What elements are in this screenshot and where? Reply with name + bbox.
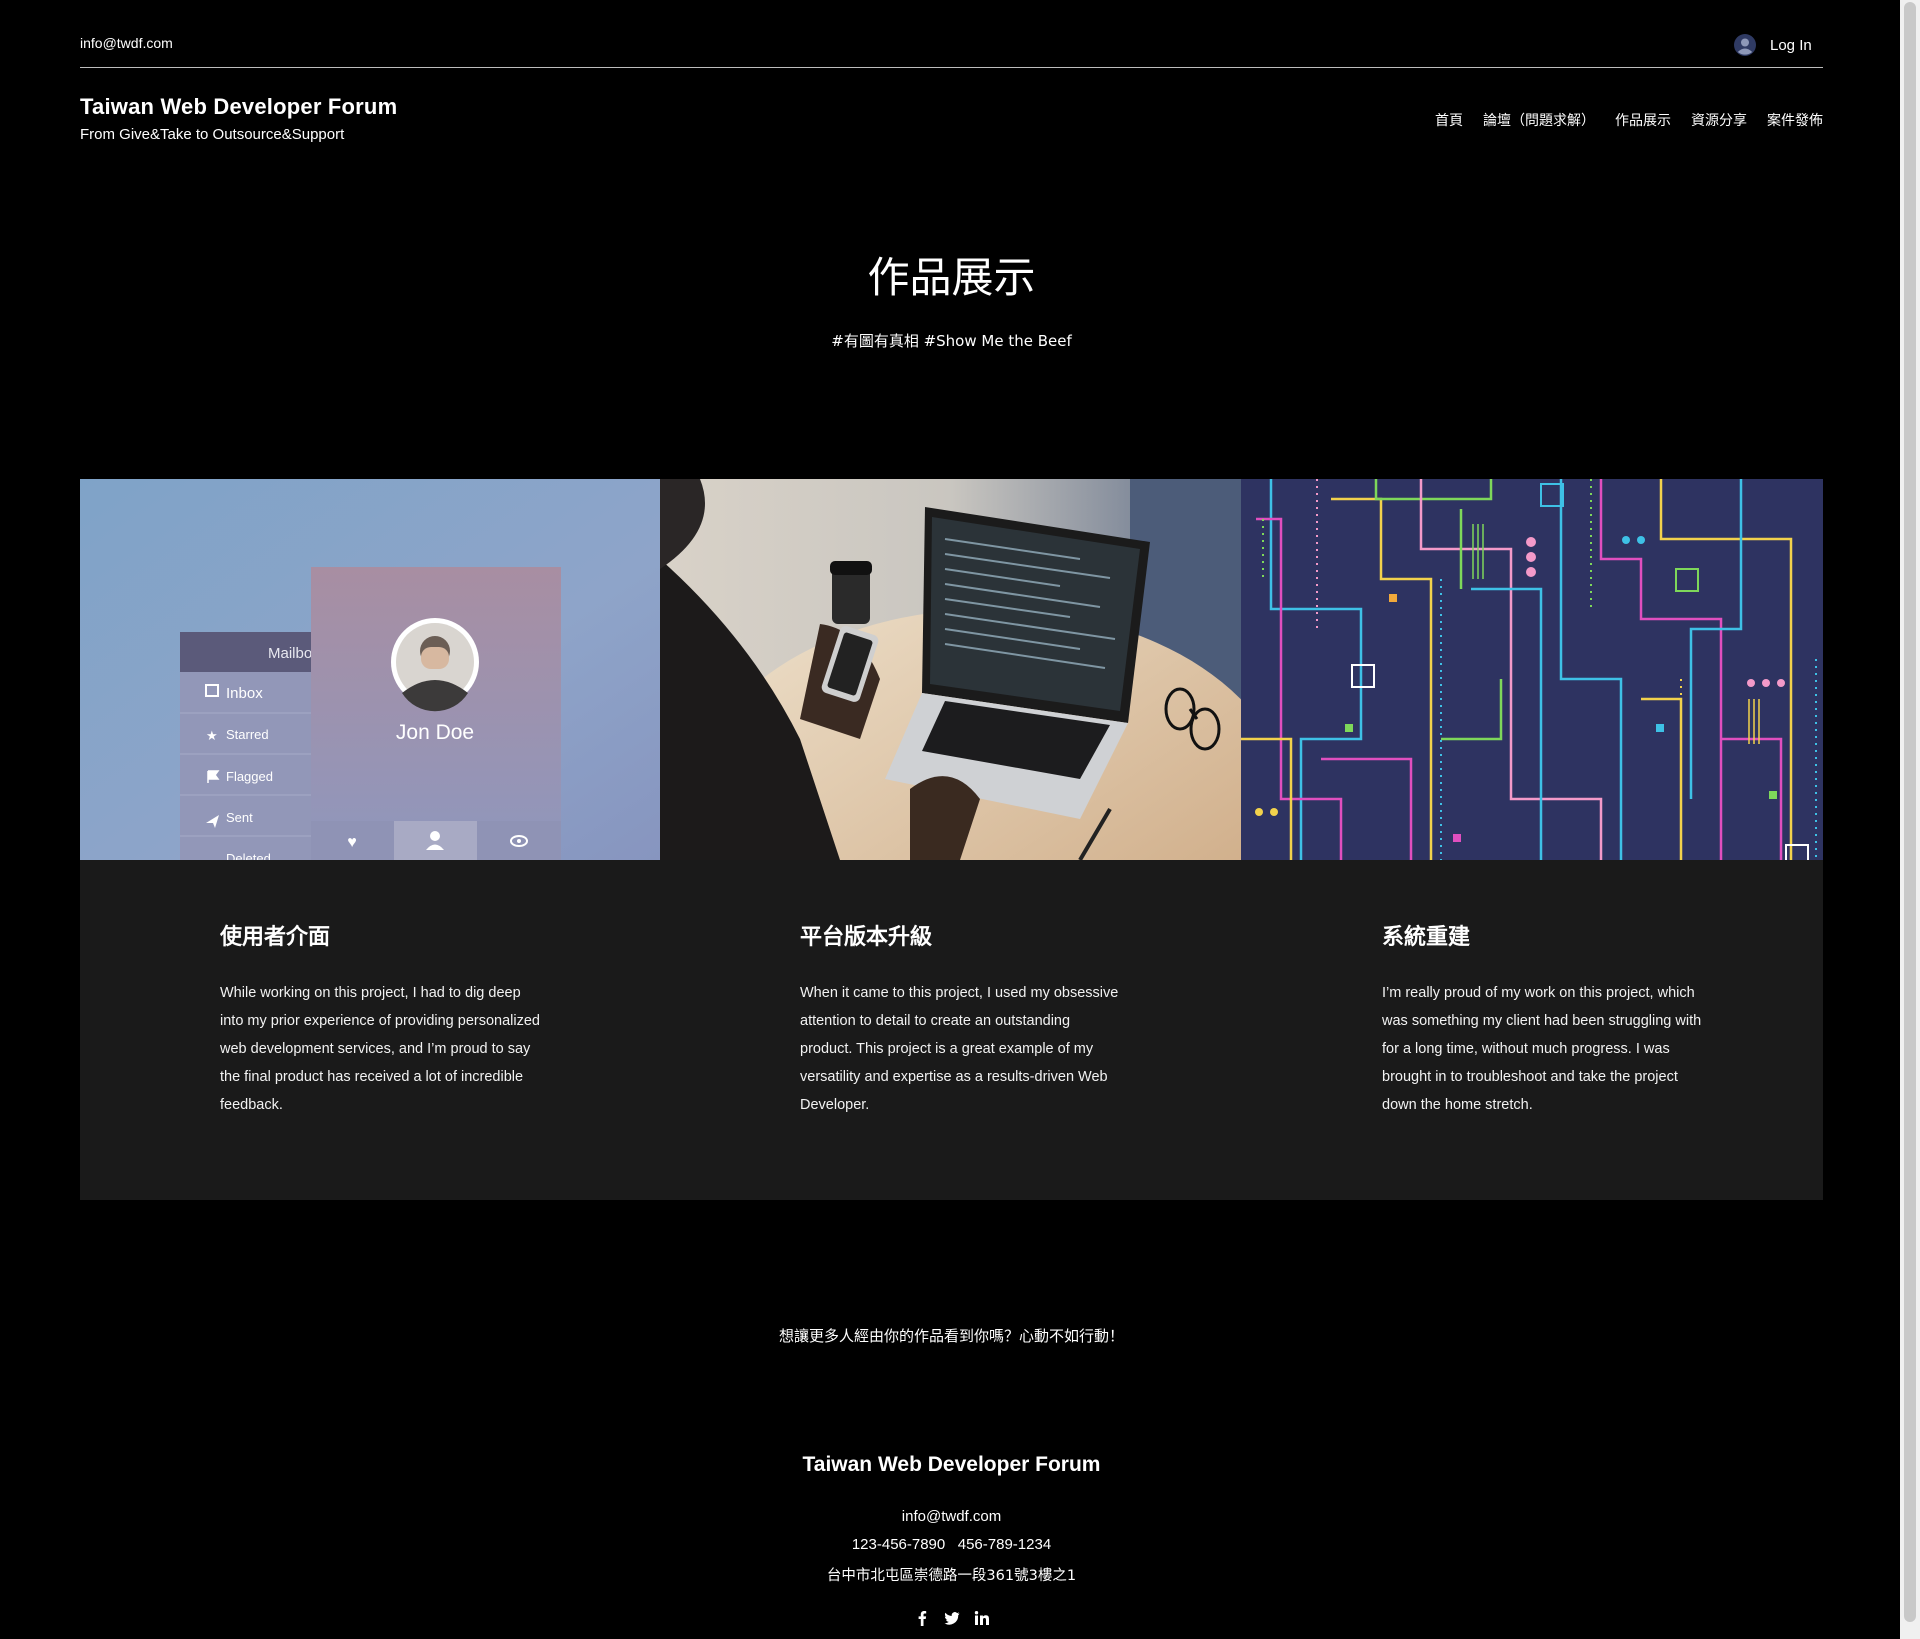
user-avatar-icon [1734, 34, 1756, 56]
main-nav: 首頁 論壇（問題求解） 作品展示 資源分享 案件發佈 [1435, 110, 1823, 130]
nav-item-showcase[interactable]: 作品展示 [1615, 110, 1671, 130]
ui-mockup-illustration: Mailbo Inbox ★ Starred Flagged Sent Dele… [80, 479, 660, 860]
social-links [0, 1610, 1903, 1626]
footer-address: 台中市北屯區崇德路一段361號3樓之1 [826, 1568, 1077, 1584]
card-description-upgrade: When it came to this project, I used my … [800, 985, 1119, 1113]
menu-inbox: Inbox [226, 685, 263, 702]
login-button[interactable]: Log In [1734, 34, 1812, 56]
nav-item-home[interactable]: 首頁 [1435, 110, 1463, 130]
profile-name: Jon Doe [396, 721, 474, 744]
footer-email[interactable]: info@twdf.com [0, 1508, 1903, 1525]
linkedin-icon[interactable] [974, 1610, 990, 1626]
svg-text:★: ★ [206, 728, 218, 743]
nav-item-forum[interactable]: 論壇（問題求解） [1483, 110, 1595, 130]
card-description-rebuild: I’m really proud of my work on this proj… [1382, 985, 1702, 1113]
laptop-photo-image[interactable] [660, 479, 1241, 860]
footer-phones: 123-456-7890 456-789-1234 [851, 1536, 1052, 1553]
menu-starred: Starred [226, 727, 269, 742]
scrollbar-thumb[interactable] [1904, 2, 1916, 1622]
page: info@twdf.com Log In Taiwan Web Develope… [0, 0, 1900, 1639]
facebook-icon[interactable] [914, 1610, 930, 1626]
site-title[interactable]: Taiwan Web Developer Forum [80, 94, 397, 120]
laptop-photo-illustration [660, 479, 1241, 860]
circuit-pattern-image[interactable] [1241, 479, 1823, 860]
page-title: 作品展示 [867, 253, 1036, 302]
mailbox-label: Mailbo [268, 645, 312, 662]
topbar-divider [80, 67, 1823, 68]
footer-title: Taiwan Web Developer Forum [802, 1453, 1101, 1476]
circuit-pattern-illustration [1241, 479, 1823, 860]
card-description-ui: While working on this project, I had to … [220, 985, 540, 1113]
portfolio-gallery: Mailbo Inbox ★ Starred Flagged Sent Dele… [80, 479, 1823, 1200]
nav-item-jobs[interactable]: 案件發佈 [1767, 110, 1823, 130]
ui-mockup-image[interactable]: Mailbo Inbox ★ Starred Flagged Sent Dele… [80, 479, 660, 860]
menu-flagged: Flagged [226, 769, 273, 784]
topbar-email[interactable]: info@twdf.com [80, 35, 173, 51]
site-tagline: From Give&Take to Outsource&Support [80, 126, 345, 143]
card-title-ui: 使用者介面 [220, 925, 331, 950]
card-title-rebuild: 系統重建 [1382, 925, 1471, 950]
menu-deleted: Deleted [226, 851, 271, 860]
menu-sent: Sent [226, 810, 253, 825]
card-title-upgrade: 平台版本升級 [800, 925, 933, 950]
twitter-icon[interactable] [944, 1610, 960, 1626]
login-label: Log In [1770, 36, 1812, 54]
page-subtitle: #有圖有真相 #Show Me the Beef [831, 332, 1072, 350]
call-to-action: 想讓更多人經由你的作品看到你嗎？心動不如行動！ [778, 1327, 1124, 1345]
nav-item-resources[interactable]: 資源分享 [1691, 110, 1747, 130]
svg-text:♥: ♥ [347, 834, 357, 851]
scrollbar-track[interactable] [1900, 0, 1920, 1639]
